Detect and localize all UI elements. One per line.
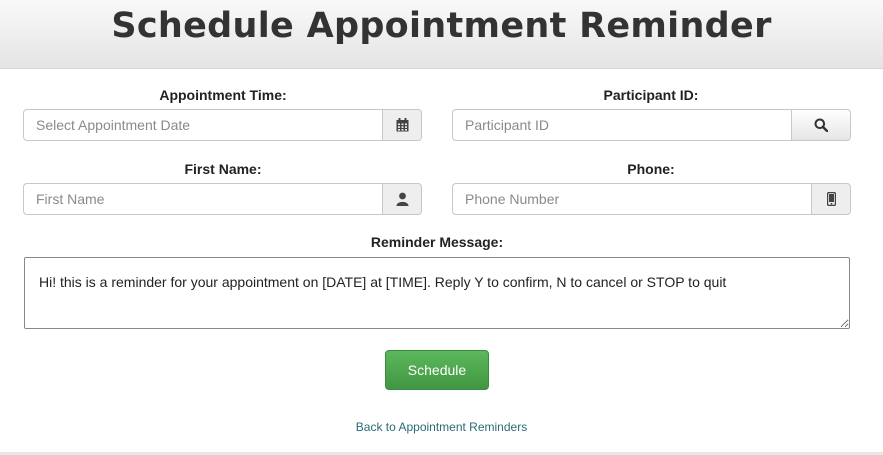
first-name-group (23, 183, 422, 215)
first-name-input[interactable] (23, 183, 382, 215)
appointment-date-input[interactable] (23, 109, 382, 141)
calendar-icon[interactable] (382, 109, 422, 141)
reminder-message-textarea[interactable]: Hi! this is a reminder for your appointm… (24, 257, 850, 329)
appointment-time-group (23, 109, 422, 141)
back-to-reminders-link[interactable]: Back to Appointment Reminders (0, 420, 883, 434)
participant-id-label: Participant ID: (603, 87, 699, 103)
participant-id-input[interactable] (452, 109, 791, 141)
mobile-phone-icon (811, 183, 851, 215)
phone-group (452, 183, 851, 215)
appointment-time-label: Appointment Time: (159, 87, 287, 103)
participant-id-group (452, 109, 851, 141)
page-title: Schedule Appointment Reminder (111, 6, 772, 46)
schedule-button[interactable]: Schedule (385, 350, 489, 390)
reminder-message-label: Reminder Message: (370, 234, 504, 250)
participant-search-button[interactable] (791, 109, 851, 141)
first-name-label: First Name: (184, 161, 262, 177)
user-icon (382, 183, 422, 215)
search-icon (814, 118, 828, 132)
page-header: Schedule Appointment Reminder (0, 0, 883, 69)
phone-input[interactable] (452, 183, 811, 215)
phone-label: Phone: (627, 161, 675, 177)
